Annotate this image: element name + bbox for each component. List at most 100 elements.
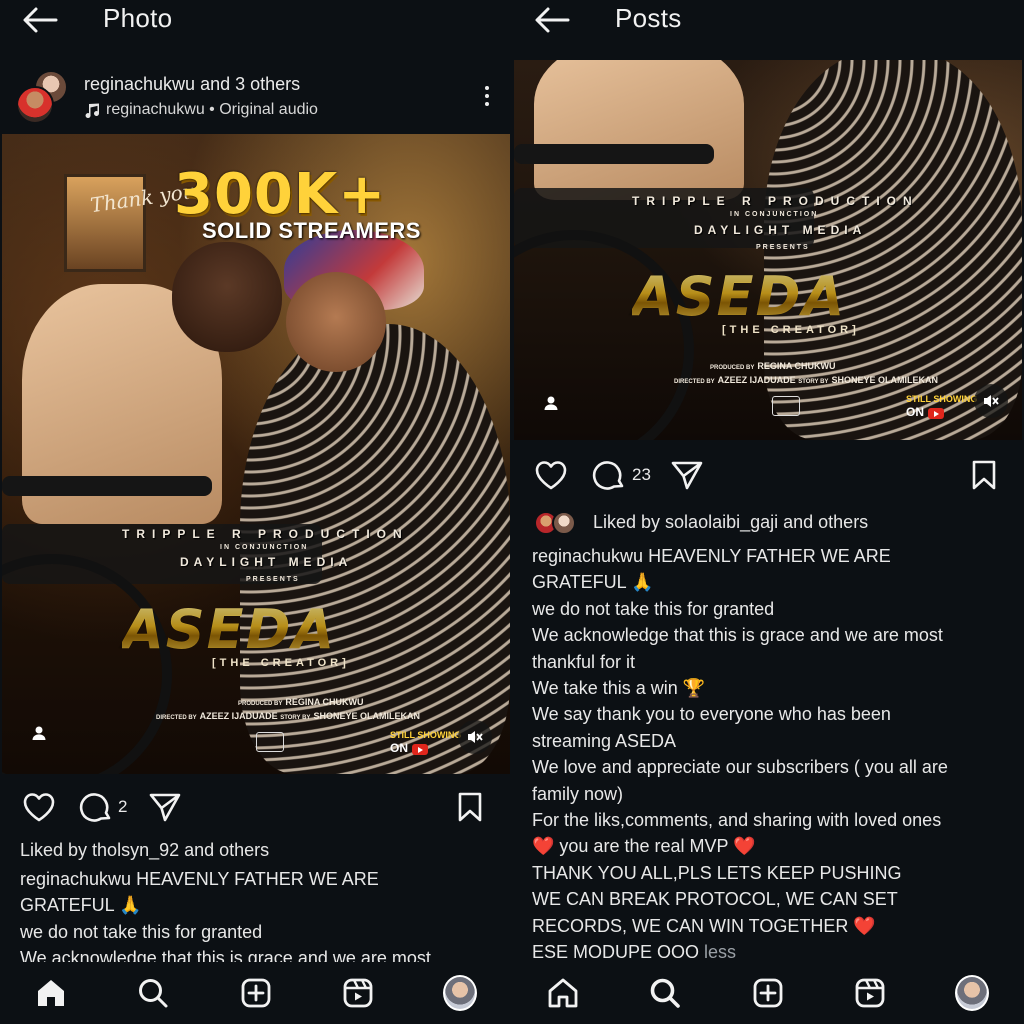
liked-by-avatars[interactable] [534,509,584,537]
post-image[interactable]: TRIPPLE R PRODUCTION IN CONJUNCTION DAYL… [514,60,1022,440]
nav-reels[interactable] [341,976,375,1010]
nav-search[interactable] [648,976,682,1010]
post-actions: 23 [512,452,1024,496]
poster-presents: PRESENTS [246,576,300,583]
page-title: Posts [615,3,682,33]
poster-media: DAYLIGHT MEDIA [694,223,867,237]
still-on: ON [390,740,408,755]
post-audio[interactable]: reginachukwu • Original audio [84,101,318,119]
woman-head [286,272,386,372]
wheelchair-arm [2,476,212,496]
poster-company: TRIPPLE R PRODUCTION [632,194,919,208]
share-button[interactable] [670,458,704,492]
comment-button[interactable] [79,790,113,824]
poster-in-conjunction: IN CONJUNCTION [730,211,819,218]
back-arrow-icon[interactable] [534,6,570,34]
nav-profile[interactable] [955,975,989,1011]
comment-icon [592,461,624,490]
search-icon [139,979,168,1008]
youtube-icon [412,743,428,755]
credit-label: STORY BY [280,715,311,721]
post-header: reginachukwu and 3 others reginachukwu •… [0,66,512,126]
caption-line: family now) [532,783,624,804]
credit-producer: REGINA CHUKWU [757,361,836,371]
heart-icon [23,793,55,822]
poster-subtitle: [THE CREATOR] [212,657,350,669]
caption-line: For the liks,comments, and sharing with … [532,810,942,831]
production-logo [772,396,800,416]
top-bar: Posts [512,0,1024,40]
nav-create[interactable] [239,976,273,1010]
send-icon [149,793,181,822]
poster-company: TRIPPLE R PRODUCTION [122,527,409,541]
likes-summary[interactable]: Liked by solaolaibi_gaji and others [593,512,868,533]
nav-create[interactable] [751,976,785,1010]
nav-home[interactable] [546,976,580,1010]
user-tag-icon[interactable] [30,724,48,742]
caption-line: We love and appreciate our subscribers (… [532,757,948,778]
poster-presents: PRESENTS [756,244,810,251]
mute-button[interactable] [458,720,492,754]
like-button[interactable] [22,790,56,824]
reels-icon [343,978,373,1008]
poster-solid-streamers: SOLID STREAMERS [202,218,421,243]
caption-line: thankful for it [532,651,636,672]
still-showing: STILL SHOWING [906,394,978,404]
caption-line: We say thank you to everyone who has bee… [532,704,891,725]
poster-in-conjunction: IN CONJUNCTION [220,544,309,551]
wheelchair-arm [514,144,714,164]
poster-subtitle: [THE CREATOR] [722,324,860,336]
poster-title: ASEDA [632,265,847,328]
back-arrow-icon[interactable] [22,6,58,34]
mute-button[interactable] [974,384,1008,418]
like-button[interactable] [534,458,568,492]
wheelchair-wheel [514,230,694,440]
comment-button[interactable] [592,458,626,492]
save-button[interactable] [970,458,1004,492]
poster-media: DAYLIGHT MEDIA [180,555,353,569]
credit-story: SHONEYE OLAMILEKAN [313,711,420,721]
profile-avatar [955,975,989,1011]
user-tag-icon[interactable] [542,394,560,412]
more-vertical-icon[interactable] [484,86,490,110]
speaker-muted-icon [468,731,483,743]
caption-line: reginachukwu HEAVENLY FATHER WE ARE [20,869,379,889]
still-on: ON [906,404,924,419]
collab-avatars[interactable] [16,70,72,124]
caption-line: we do not take this for granted [532,598,775,619]
post-caption: reginachukwu HEAVENLY FATHER WE ARE GRATE… [20,866,500,962]
caption-line: We acknowledge that this is grace and we… [20,948,431,962]
nav-search[interactable] [136,976,170,1010]
nav-reels[interactable] [853,976,887,1010]
home-icon [548,978,578,1008]
heart-icon [535,461,567,490]
less-link[interactable]: less [704,942,736,962]
post-image[interactable]: Thank you 300K+ SOLID STREAMERS TRIPPLE … [2,134,510,774]
post-caption: reginachukwu HEAVENLY FATHER WE ARE GRATE… [532,543,1018,962]
reels-icon [855,978,885,1008]
caption-line: ESE MODUPE OOO less [532,939,1018,962]
nav-profile[interactable] [443,975,477,1011]
caption-line: streaming ASEDA [532,730,677,751]
still-showing: STILL SHOWING [390,730,462,740]
post-actions: 2 [0,784,512,828]
home-icon [38,980,64,1006]
audio-label: reginachukwu • Original audio [106,101,318,118]
credit-label: DIRECTED BY [156,715,197,721]
share-button[interactable] [148,790,182,824]
youtube-icon [928,407,944,419]
likes-summary[interactable]: Liked by tholsyn_92 and others [20,840,269,861]
save-button[interactable] [456,790,490,824]
comment-count: 2 [118,797,128,816]
bottom-navigation [0,962,1024,1024]
create-plus-icon [241,978,271,1008]
poster-title: ASEDA [122,598,337,661]
credit-director: AZEEZ IJADUADE [717,375,796,385]
post-username[interactable]: reginachukwu and 3 others [84,74,300,95]
caption-line: THANK YOU ALL,PLS LETS KEEP PUSHING [532,862,902,883]
page-title: Photo [103,3,173,33]
caption-last-text: ESE MODUPE OOO [532,942,700,962]
nav-home[interactable] [34,976,68,1010]
posts-panel: Posts TRIPPLE R PRODUCTION IN CONJUNCTIO… [512,0,1024,962]
caption-line: We take this a win 🏆 [532,678,706,699]
